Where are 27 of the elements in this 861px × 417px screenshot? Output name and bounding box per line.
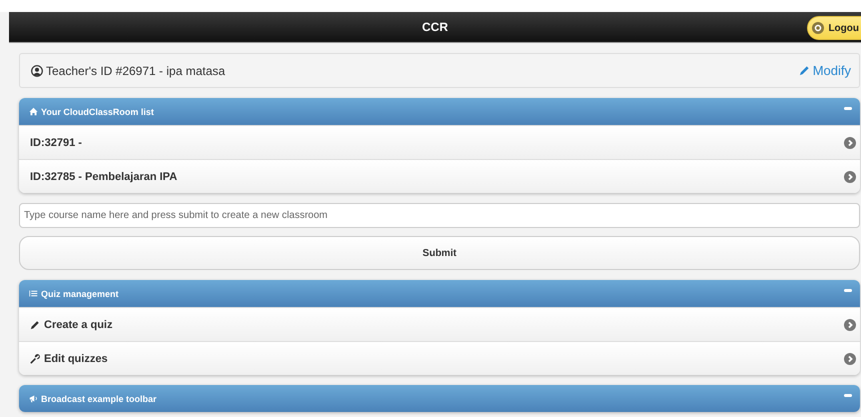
chevron-right-icon: [844, 352, 856, 364]
megaphone-icon: [29, 394, 38, 403]
collapse-icon[interactable]: [844, 107, 852, 110]
wrench-icon: [30, 354, 40, 364]
classroom-item[interactable]: ID:32791 -: [19, 125, 860, 159]
quiz-menu-item[interactable]: Edit quizzes: [19, 341, 860, 375]
logout-button[interactable]: Logou: [807, 16, 861, 40]
section-title: Broadcast example toolbar: [41, 394, 158, 404]
course-name-field[interactable]: Type course name here and press submit to create a new classroom: [19, 203, 860, 228]
power-icon: [812, 22, 824, 34]
home-icon: [29, 107, 38, 116]
user-icon: [31, 64, 43, 76]
chevron-right-icon: [844, 136, 856, 148]
chevron-right-icon: [844, 318, 856, 330]
pencil-icon: [798, 65, 810, 76]
chevron-right-icon: [844, 170, 856, 182]
section-title: Your CloudClassRoom list: [41, 106, 155, 116]
classroom-item[interactable]: ID:32785 - Pembelajaran IPA: [19, 159, 860, 193]
collapse-icon[interactable]: [844, 289, 852, 292]
collapse-icon[interactable]: [844, 394, 852, 397]
section-title: Quiz management: [41, 288, 120, 298]
submit-button[interactable]: Submit: [19, 236, 860, 270]
quiz-menu-item[interactable]: Create a quiz: [19, 307, 860, 341]
pencil-icon: [30, 320, 40, 330]
app-title: CCR: [422, 20, 448, 34]
teacher-id: Teacher's ID #26971 - ipa matasa: [46, 64, 226, 78]
list-icon: [29, 289, 38, 298]
